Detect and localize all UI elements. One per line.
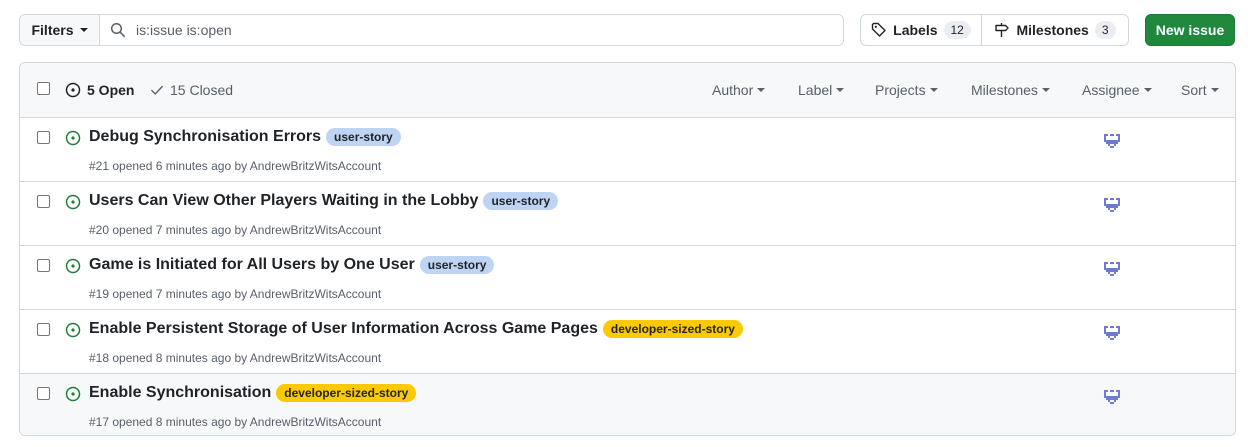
search-input[interactable] bbox=[134, 21, 734, 39]
closed-count-label: 15 Closed bbox=[170, 82, 234, 98]
assignee-filter-label: Assignee bbox=[1082, 82, 1140, 98]
select-all-checkbox[interactable] bbox=[37, 82, 50, 95]
open-count-label: 5 Open bbox=[87, 82, 135, 98]
issue-label[interactable]: developer-sized-story bbox=[602, 320, 743, 338]
issue-checkbox[interactable] bbox=[37, 387, 50, 400]
milestones-filter[interactable]: Milestones bbox=[971, 82, 1050, 98]
sort-menu-label: Sort bbox=[1181, 82, 1207, 98]
assignee-avatar[interactable] bbox=[1102, 132, 1122, 152]
issue-opened-icon bbox=[65, 194, 81, 210]
issues-list: 5 Open 15 Closed Author Label Projects M… bbox=[19, 62, 1236, 436]
projects-filter-label: Projects bbox=[875, 82, 926, 98]
issue-meta: #18 opened 8 minutes ago by AndrewBritzW… bbox=[89, 351, 382, 365]
issue-row[interactable]: Enable Synchronisation developer-sized-s… bbox=[20, 374, 1235, 435]
issues-list-header: 5 Open 15 Closed Author Label Projects M… bbox=[20, 63, 1235, 118]
issue-row[interactable]: Debug Synchronisation Errors user-story … bbox=[20, 118, 1235, 182]
issue-label[interactable]: user-story bbox=[326, 128, 401, 146]
issues-toolbar: Filters Labels 12 Mileston bbox=[19, 14, 1236, 46]
projects-filter[interactable]: Projects bbox=[875, 82, 938, 98]
issue-title-line: Users Can View Other Players Waiting in … bbox=[89, 192, 559, 210]
open-issues-tab[interactable]: 5 Open bbox=[65, 82, 134, 98]
issue-checkbox[interactable] bbox=[37, 323, 50, 336]
milestones-label: Milestones bbox=[1016, 22, 1089, 38]
labels-milestones-group: Labels 12 Milestones 3 bbox=[860, 14, 1129, 46]
label-filter-label: Label bbox=[798, 82, 833, 98]
issue-meta: #17 opened 8 minutes ago by AndrewBritzW… bbox=[89, 415, 382, 429]
labels-label: Labels bbox=[893, 22, 938, 38]
assignee-avatar[interactable] bbox=[1102, 388, 1122, 408]
search-box bbox=[100, 15, 843, 45]
labels-count: 12 bbox=[943, 21, 971, 39]
milestones-filter-label: Milestones bbox=[971, 82, 1038, 98]
issue-opened-icon bbox=[65, 130, 81, 146]
check-icon bbox=[151, 85, 163, 95]
caret-down-icon bbox=[1041, 88, 1050, 92]
issue-rows: Debug Synchronisation Errors user-story … bbox=[20, 118, 1235, 435]
assignee-avatar[interactable] bbox=[1102, 260, 1122, 280]
caret-down-icon bbox=[1210, 88, 1219, 92]
issue-opened-icon bbox=[65, 258, 81, 274]
issue-checkbox[interactable] bbox=[37, 195, 50, 208]
assignee-avatar[interactable] bbox=[1102, 324, 1122, 344]
caret-down-icon bbox=[79, 28, 88, 32]
tag-icon bbox=[871, 22, 886, 37]
issue-title[interactable]: Game is Initiated for All Users by One U… bbox=[89, 256, 415, 274]
caret-down-icon bbox=[836, 88, 845, 92]
assignee-avatar[interactable] bbox=[1102, 196, 1122, 216]
issue-title[interactable]: Users Can View Other Players Waiting in … bbox=[89, 192, 478, 210]
sort-menu[interactable]: Sort bbox=[1181, 82, 1219, 98]
issue-title[interactable]: Debug Synchronisation Errors bbox=[89, 128, 321, 146]
caret-down-icon bbox=[757, 88, 766, 92]
milestones-count: 3 bbox=[1094, 21, 1116, 39]
issue-row[interactable]: Users Can View Other Players Waiting in … bbox=[20, 182, 1235, 246]
issue-opened-icon bbox=[65, 322, 81, 338]
milestones-button[interactable]: Milestones 3 bbox=[982, 15, 1128, 45]
closed-issues-tab[interactable]: 15 Closed bbox=[150, 82, 233, 98]
labels-button[interactable]: Labels 12 bbox=[861, 15, 982, 45]
issue-label[interactable]: user-story bbox=[483, 192, 559, 210]
issue-meta: #20 opened 7 minutes ago by AndrewBritzW… bbox=[89, 223, 382, 237]
caret-down-icon bbox=[929, 88, 938, 92]
issue-title-line: Debug Synchronisation Errors user-story bbox=[89, 128, 401, 146]
assignee-filter[interactable]: Assignee bbox=[1082, 82, 1152, 98]
filters-button[interactable]: Filters bbox=[20, 15, 100, 45]
issue-title-line: Game is Initiated for All Users by One U… bbox=[89, 256, 495, 274]
author-filter[interactable]: Author bbox=[712, 82, 766, 98]
issue-opened-icon bbox=[65, 82, 81, 98]
search-icon bbox=[110, 22, 126, 38]
issue-label[interactable]: developer-sized-story bbox=[276, 384, 417, 402]
issue-checkbox[interactable] bbox=[37, 131, 50, 144]
issue-meta: #19 opened 7 minutes ago by AndrewBritzW… bbox=[89, 287, 382, 301]
new-issue-label: New issue bbox=[1155, 22, 1225, 38]
issue-title-line: Enable Persistent Storage of User Inform… bbox=[89, 320, 743, 338]
author-filter-label: Author bbox=[712, 82, 754, 98]
filters-label: Filters bbox=[31, 22, 74, 38]
label-filter[interactable]: Label bbox=[798, 82, 845, 98]
issue-title[interactable]: Enable Synchronisation bbox=[89, 384, 271, 402]
issue-row[interactable]: Enable Persistent Storage of User Inform… bbox=[20, 310, 1235, 374]
filter-search-group: Filters bbox=[19, 14, 844, 46]
issue-title-line: Enable Synchronisation developer-sized-s… bbox=[89, 384, 417, 402]
caret-down-icon bbox=[1143, 88, 1152, 92]
issue-opened-icon bbox=[65, 386, 81, 402]
issue-title[interactable]: Enable Persistent Storage of User Inform… bbox=[89, 320, 598, 338]
new-issue-button[interactable]: New issue bbox=[1145, 14, 1235, 46]
issue-row[interactable]: Game is Initiated for All Users by One U… bbox=[20, 246, 1235, 310]
milestone-icon bbox=[995, 23, 1010, 37]
issue-meta: #21 opened 6 minutes ago by AndrewBritzW… bbox=[89, 159, 382, 173]
issue-checkbox[interactable] bbox=[37, 259, 50, 272]
issue-label[interactable]: user-story bbox=[419, 256, 495, 274]
